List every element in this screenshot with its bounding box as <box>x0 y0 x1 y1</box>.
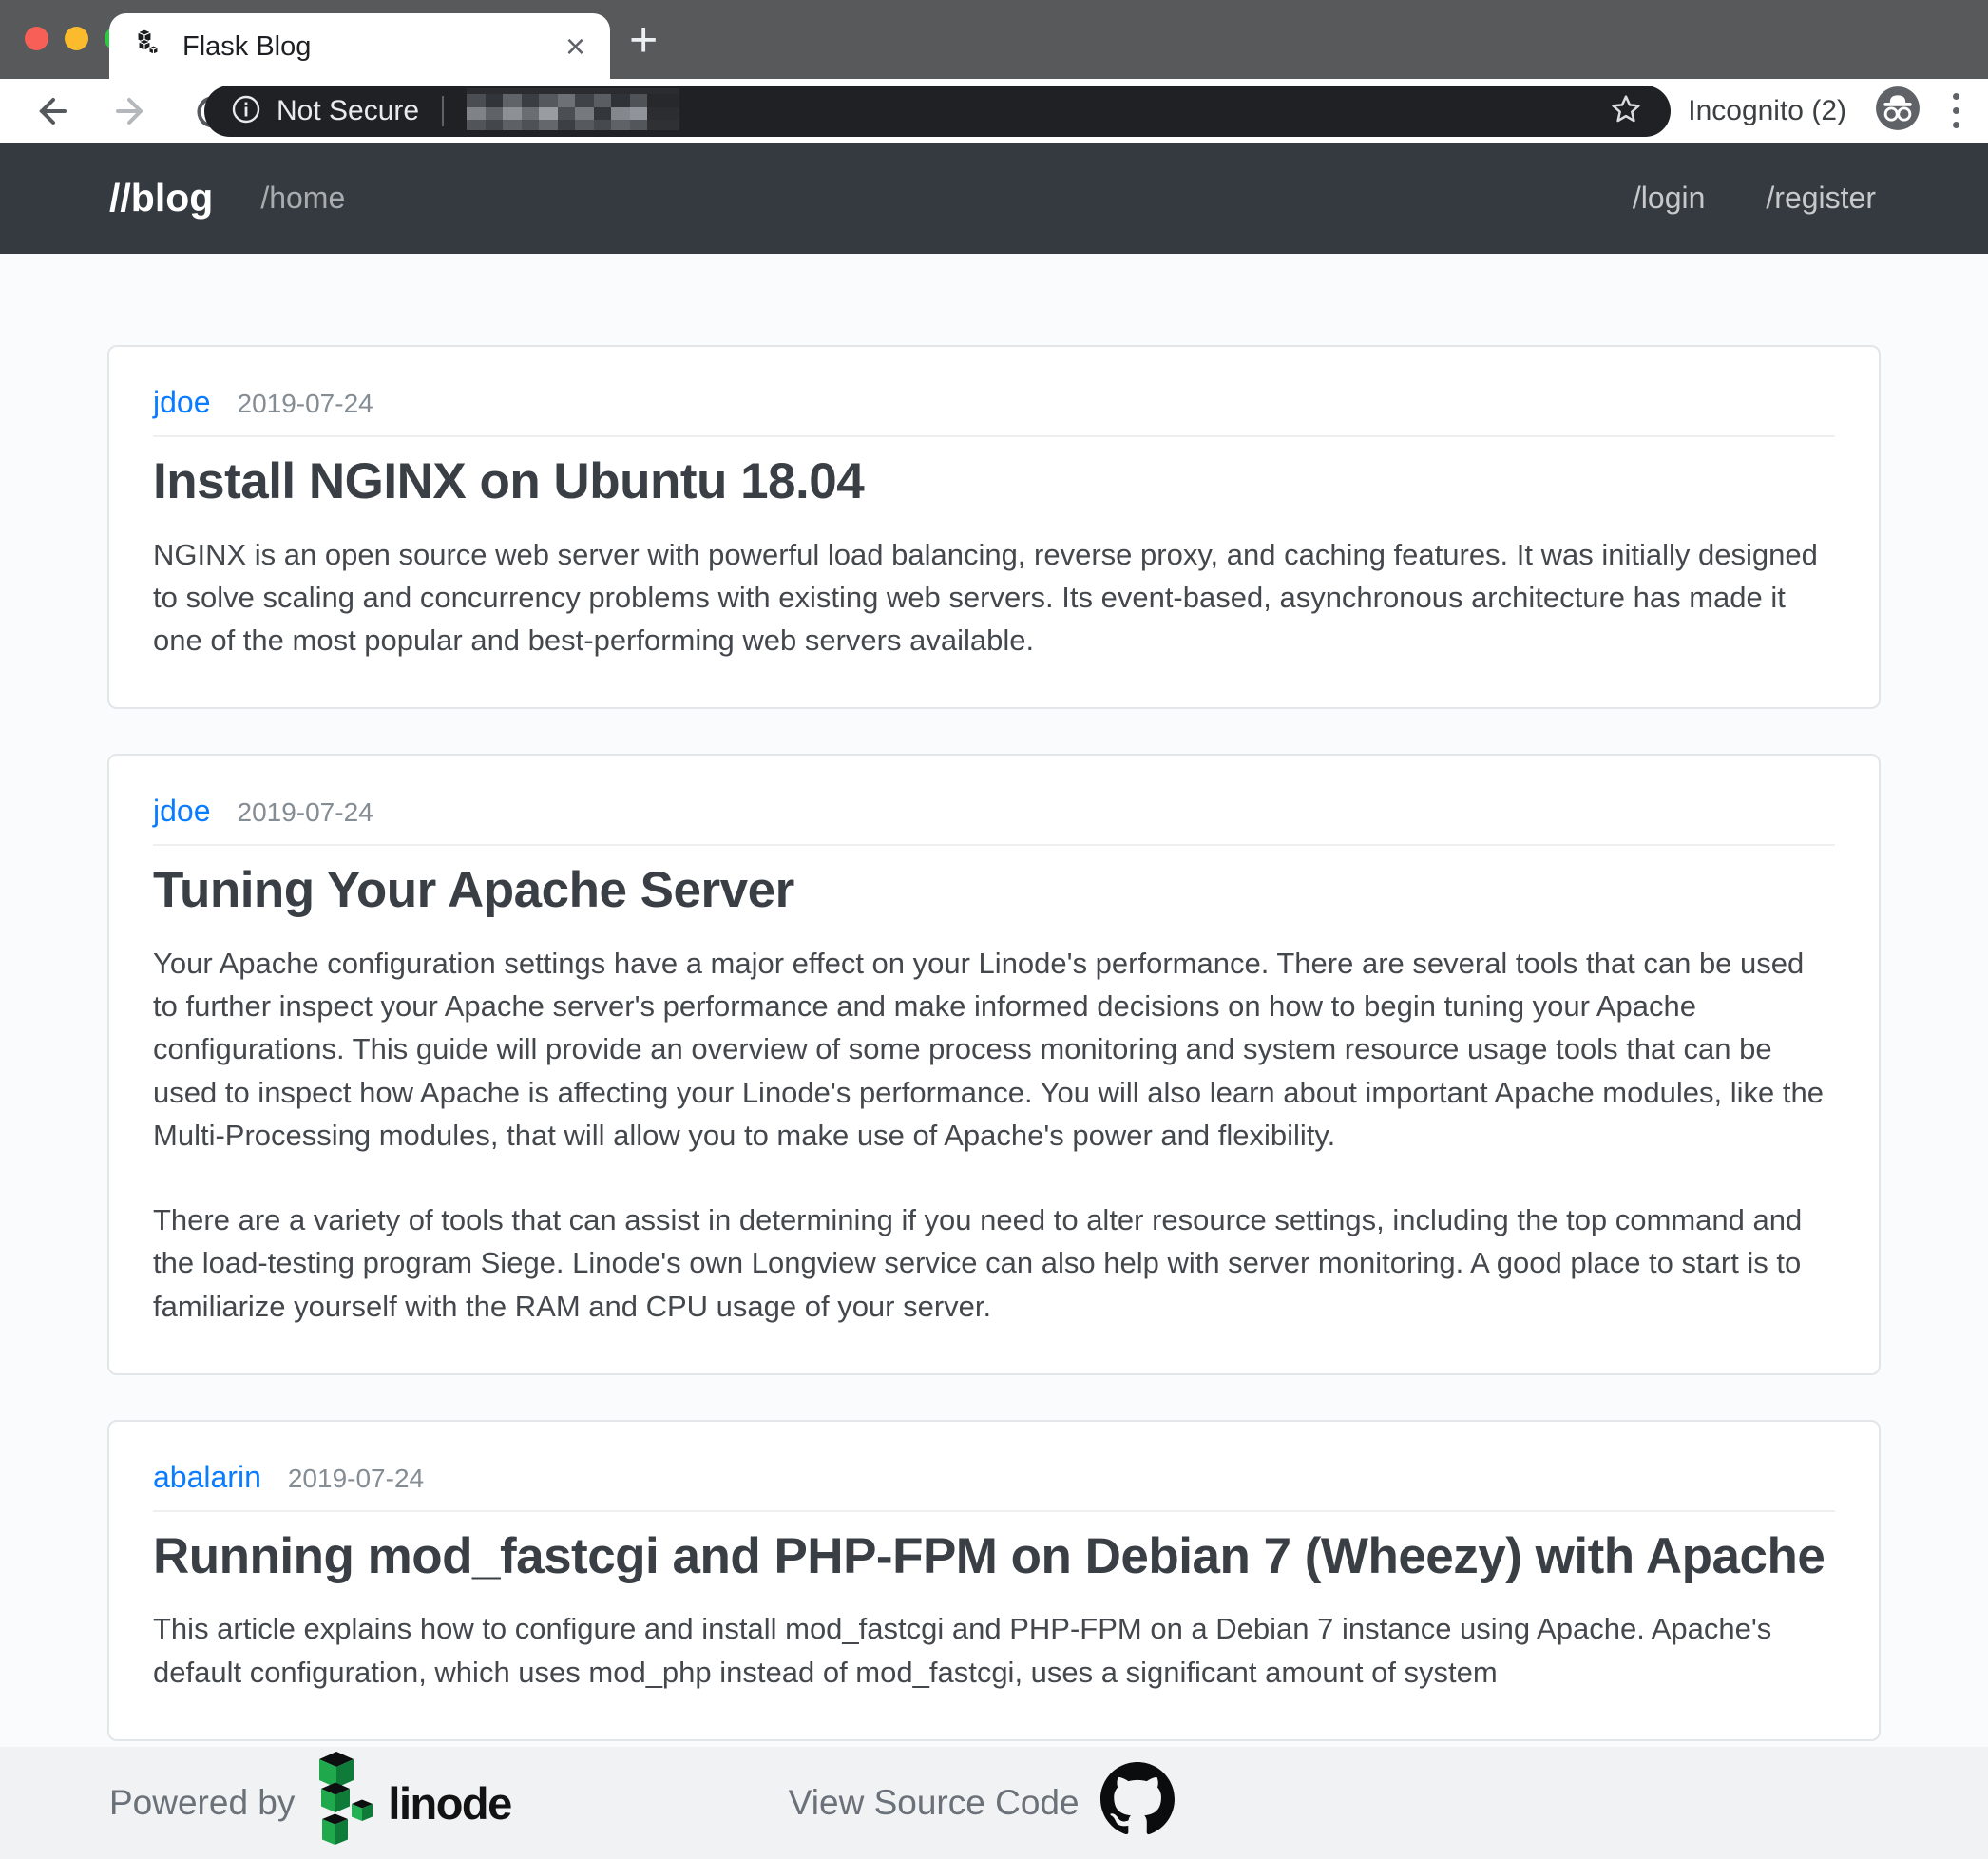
linode-logo-icon <box>308 1751 376 1856</box>
post-date: 2019-07-24 <box>288 1464 424 1494</box>
browser-titlebar: Flask Blog × + <box>0 0 1988 79</box>
post-paragraph: NGINX is an open source web server with … <box>153 533 1835 662</box>
blog-post-list: jdoe 2019-07-24 Install NGINX on Ubuntu … <box>0 254 1988 1747</box>
favicon-linode-icon <box>134 29 160 65</box>
post-date: 2019-07-24 <box>238 389 373 419</box>
incognito-badge-icon <box>1875 86 1921 136</box>
view-source-link[interactable]: View Source Code <box>789 1762 1175 1845</box>
info-icon[interactable] <box>231 94 261 129</box>
browser-menu-icon[interactable] <box>1949 89 1963 132</box>
nav-link-home[interactable]: /home <box>260 181 345 216</box>
post-paragraph: Your Apache configuration settings have … <box>153 942 1835 1157</box>
page-footer: Powered by linode <box>0 1747 1988 1859</box>
linode-link[interactable]: linode <box>308 1751 510 1856</box>
nav-link-login[interactable]: /login <box>1633 181 1706 216</box>
forward-icon[interactable] <box>110 89 154 133</box>
post-title: Install NGINX on Ubuntu 18.04 <box>153 452 1835 512</box>
post-card: jdoe 2019-07-24 Install NGINX on Ubuntu … <box>107 345 1881 709</box>
github-logo-icon <box>1100 1762 1175 1845</box>
tab-close-icon[interactable]: × <box>565 29 585 64</box>
new-tab-button[interactable]: + <box>629 15 658 65</box>
omnibox-divider <box>442 96 444 126</box>
browser-tab[interactable]: Flask Blog × <box>109 13 610 80</box>
post-divider <box>153 435 1835 437</box>
view-source-label: View Source Code <box>789 1783 1080 1823</box>
post-author-link[interactable]: jdoe <box>153 794 211 829</box>
post-author-link[interactable]: abalarin <box>153 1460 261 1495</box>
navbar-brand[interactable]: //blog <box>109 176 213 220</box>
post-author-link[interactable]: jdoe <box>153 385 211 420</box>
tab-title: Flask Blog <box>182 31 565 63</box>
close-window-button[interactable] <box>25 27 48 50</box>
browser-toolbar: Not Secure Incognito (2) <box>0 79 1988 143</box>
minimize-window-button[interactable] <box>65 27 88 50</box>
site-navbar: //blog /home /login /register <box>0 143 1988 254</box>
address-bar[interactable]: Not Secure <box>204 86 1671 137</box>
post-title: Running mod_fastcgi and PHP-FPM on Debia… <box>153 1527 1835 1587</box>
post-paragraph: This article explains how to configure a… <box>153 1607 1835 1694</box>
powered-by-label: Powered by <box>109 1783 295 1823</box>
post-date: 2019-07-24 <box>238 797 373 828</box>
back-icon[interactable] <box>29 89 72 133</box>
post-paragraph: There are a variety of tools that can as… <box>153 1198 1835 1328</box>
bookmark-star-icon[interactable] <box>1608 91 1644 132</box>
nav-link-register[interactable]: /register <box>1766 181 1876 216</box>
security-label: Not Secure <box>277 95 419 127</box>
post-card: abalarin 2019-07-24 Running mod_fastcgi … <box>107 1420 1881 1741</box>
post-divider <box>153 1510 1835 1512</box>
incognito-count-label: Incognito (2) <box>1688 95 1846 127</box>
linode-wordmark: linode <box>388 1777 510 1830</box>
post-title: Tuning Your Apache Server <box>153 861 1835 921</box>
post-card: jdoe 2019-07-24 Tuning Your Apache Serve… <box>107 754 1881 1375</box>
redacted-url-blur <box>467 88 679 135</box>
post-divider <box>153 844 1835 846</box>
